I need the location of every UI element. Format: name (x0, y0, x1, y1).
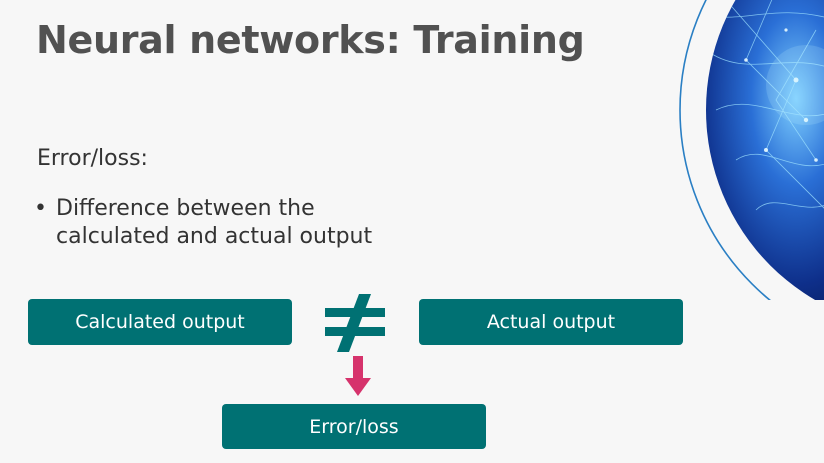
calculated-output-label: Calculated output (75, 311, 245, 333)
actual-output-box: Actual output (419, 299, 683, 345)
slide: Neural networks: Training Error/loss: • … (0, 0, 824, 463)
not-equal-icon (325, 294, 385, 352)
calculated-output-box: Calculated output (28, 299, 292, 345)
actual-output-label: Actual output (486, 311, 616, 333)
error-loss-box: Error/loss (222, 404, 486, 449)
section-heading: Error/loss: (37, 146, 148, 171)
slide-title: Neural networks: Training (36, 18, 585, 62)
bullet-text: Difference between the calculated and ac… (56, 196, 373, 249)
error-loss-label: Error/loss (309, 415, 399, 438)
bullet-marker: • (34, 196, 47, 221)
neural-network-image (679, 0, 824, 300)
down-arrow-icon (345, 356, 371, 396)
